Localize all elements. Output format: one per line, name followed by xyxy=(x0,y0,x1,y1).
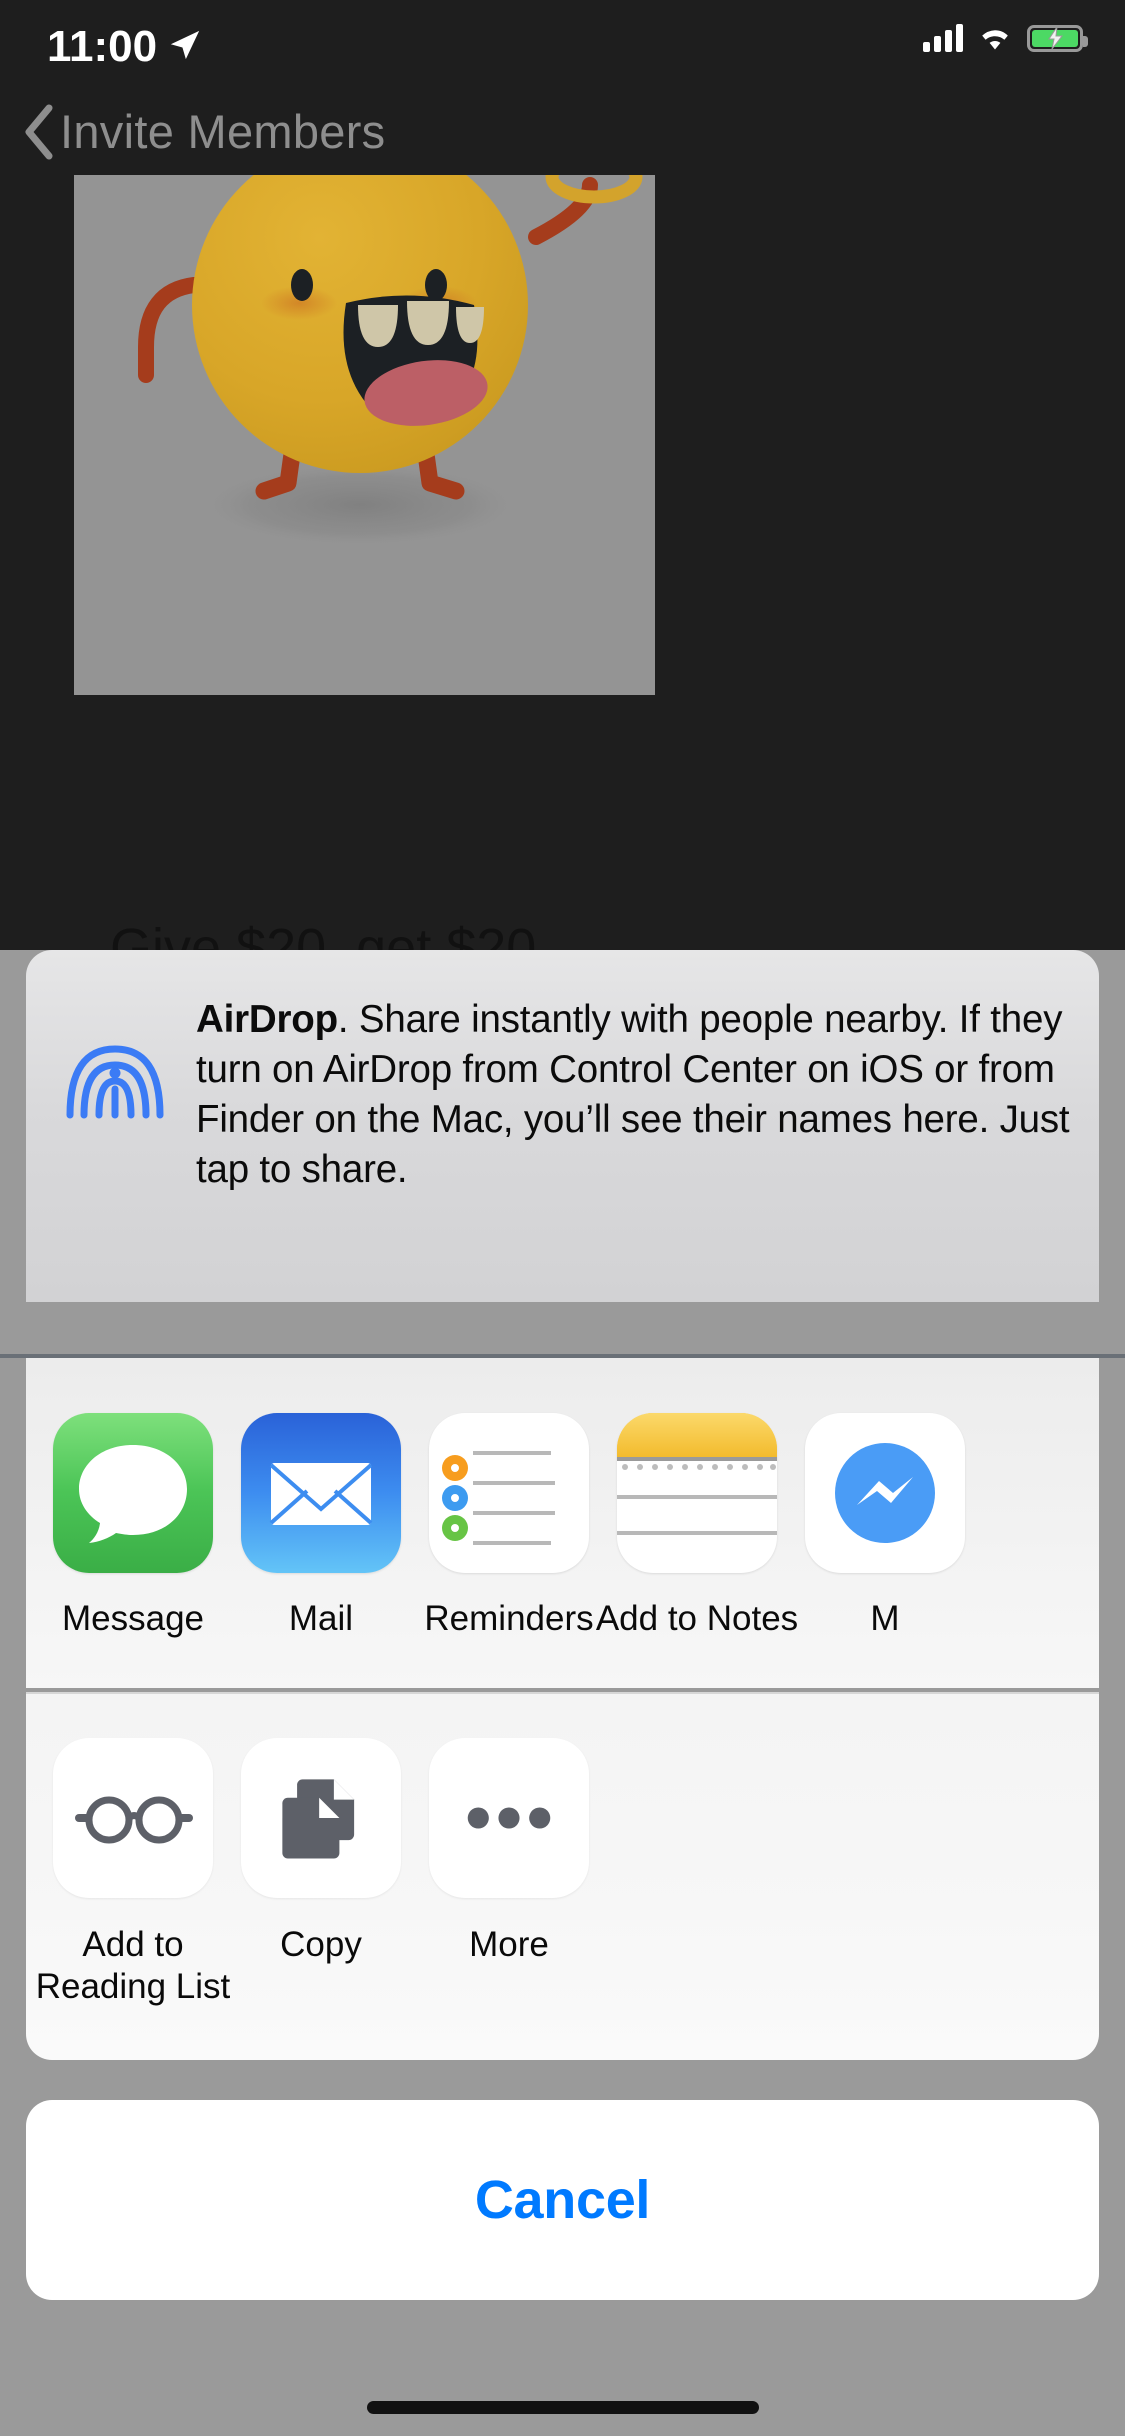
monster-character-illustration xyxy=(74,175,655,695)
back-button[interactable]: Invite Members xyxy=(22,104,385,160)
airdrop-description: AirDrop. Share instantly with people nea… xyxy=(196,995,1073,1195)
share-action-label-line1: Add to xyxy=(82,1925,184,1964)
navigation-bar: Invite Members xyxy=(0,88,1125,175)
messages-app-icon xyxy=(53,1413,213,1573)
share-apps-panel: Message Mail Reminders Add to Notes M xyxy=(26,1358,1099,1688)
share-app-message[interactable]: Message xyxy=(52,1358,214,1639)
reminders-app-icon xyxy=(429,1413,589,1573)
share-sheet: AirDrop. Share instantly with people nea… xyxy=(0,950,1125,2382)
status-bar: 11:00 xyxy=(0,0,1125,88)
mail-app-icon xyxy=(241,1413,401,1573)
copy-documents-icon xyxy=(241,1738,401,1898)
notes-app-icon xyxy=(617,1413,777,1573)
share-action-label-line2: Reading List xyxy=(35,1967,231,2006)
cellular-signal-icon xyxy=(923,24,963,52)
share-actions-panel: Add to Reading List Copy More xyxy=(26,1694,1099,2060)
charging-bolt-icon xyxy=(1048,27,1063,49)
location-arrow-icon xyxy=(170,30,200,60)
share-app-label: Add to Notes xyxy=(595,1599,799,1638)
home-indicator[interactable] xyxy=(366,2401,759,2414)
share-app-label: M xyxy=(870,1599,900,1638)
airdrop-title: AirDrop xyxy=(196,998,338,1041)
share-app-label: Reminders xyxy=(424,1599,594,1638)
promo-hero-card xyxy=(74,175,655,695)
share-action-label: Copy xyxy=(280,1925,362,1964)
share-action-label: Add to Reading List xyxy=(33,1924,233,2008)
cancel-button[interactable]: Cancel xyxy=(26,2100,1099,2300)
share-action-copy[interactable]: Copy xyxy=(240,1694,402,1966)
glasses-icon xyxy=(53,1738,213,1898)
wifi-icon xyxy=(982,30,1008,50)
share-app-label: Mail xyxy=(288,1599,354,1638)
share-app-reminders[interactable]: Reminders xyxy=(424,1358,594,1639)
chevron-left-icon xyxy=(25,104,53,159)
share-app-label: Message xyxy=(61,1599,205,1638)
messenger-app-icon xyxy=(805,1413,965,1573)
status-bar-indicators xyxy=(923,24,1088,52)
airdrop-section[interactable]: AirDrop. Share instantly with people nea… xyxy=(26,950,1099,1302)
share-apps-row[interactable]: Message Mail Reminders Add to Notes M xyxy=(26,1358,966,1639)
status-bar-time: 11:00 xyxy=(47,22,158,71)
share-action-label: More xyxy=(469,1925,549,1964)
share-app-messenger[interactable]: M xyxy=(804,1358,966,1639)
page-title: Invite Members xyxy=(60,105,386,158)
share-action-reading-list[interactable]: Add to Reading List xyxy=(36,1694,230,2008)
airdrop-icon xyxy=(66,1045,164,1119)
battery-charging-icon xyxy=(1027,24,1088,52)
share-app-notes[interactable]: Add to Notes xyxy=(596,1358,798,1639)
share-actions-row[interactable]: Add to Reading List Copy More xyxy=(26,1694,590,2008)
share-app-mail[interactable]: Mail xyxy=(240,1358,402,1639)
share-action-more[interactable]: More xyxy=(428,1694,590,1966)
more-ellipsis-icon xyxy=(429,1738,589,1898)
cancel-button-label: Cancel xyxy=(474,2170,651,2230)
